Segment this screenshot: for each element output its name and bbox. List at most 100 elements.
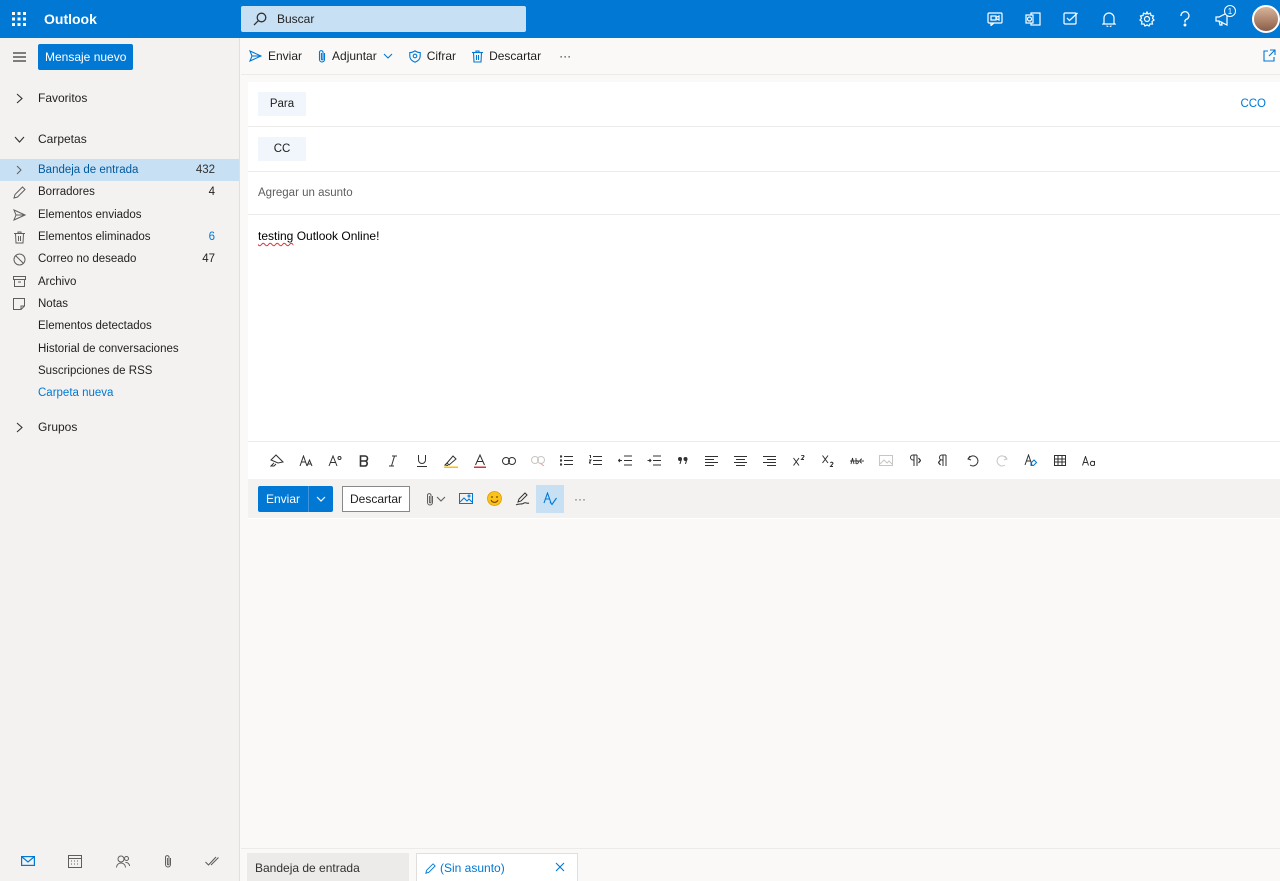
folder-deleted[interactable]: Elementos eliminados 6	[0, 226, 239, 248]
popout-button[interactable]	[1263, 49, 1276, 62]
app-title[interactable]: Outlook	[44, 11, 241, 27]
folder-sent[interactable]: Elementos enviados	[0, 204, 239, 226]
more-formatting-button[interactable]	[1074, 446, 1103, 476]
strikethrough-button[interactable]	[842, 446, 871, 476]
folder-notes[interactable]: Notas	[0, 293, 239, 315]
insert-link-button[interactable]	[494, 446, 523, 476]
chevron-right-icon	[0, 93, 38, 104]
subscript-button[interactable]	[813, 446, 842, 476]
highlight-button[interactable]	[436, 446, 465, 476]
folder-count: 4	[208, 186, 215, 199]
trash-icon	[0, 231, 38, 244]
tab-inbox-label: Bandeja de entrada	[255, 860, 360, 875]
bullets-button[interactable]	[552, 446, 581, 476]
editor-button[interactable]	[536, 484, 565, 513]
search-box[interactable]: Buscar	[241, 6, 526, 32]
folder-conversation-history[interactable]: Historial de conversaciones	[0, 337, 239, 359]
settings-button[interactable]	[1128, 0, 1166, 38]
numbering-button[interactable]	[581, 446, 610, 476]
favorites-section[interactable]: Favoritos	[0, 83, 239, 113]
notification-badge: 1	[1224, 5, 1236, 17]
attach-options-button[interactable]	[434, 496, 448, 502]
help-button[interactable]	[1166, 0, 1204, 38]
new-folder-link[interactable]: Carpeta nueva	[0, 382, 239, 404]
subject-input[interactable]: Agregar un asunto	[248, 172, 1280, 215]
quote-button[interactable]	[668, 446, 697, 476]
send-options-button[interactable]	[309, 486, 333, 512]
folder-archive[interactable]: Archivo	[0, 270, 239, 292]
bold-button[interactable]	[349, 446, 378, 476]
font-button[interactable]	[291, 446, 320, 476]
discard-command-button[interactable]: Descartar	[464, 38, 549, 75]
font-color-button[interactable]	[465, 446, 494, 476]
folder-name: Elementos eliminados	[38, 231, 151, 244]
whats-new-button[interactable]: 1	[1204, 0, 1242, 38]
folder-detected[interactable]: Elementos detectados	[0, 315, 239, 337]
send-button[interactable]: Enviar	[258, 485, 310, 512]
insert-table-button[interactable]	[1045, 446, 1074, 476]
tab-draft[interactable]: (Sin asunto)	[416, 853, 578, 881]
mail-module-button[interactable]	[20, 856, 35, 866]
folder-rss[interactable]: Suscripciones de RSS	[0, 360, 239, 382]
toggle-pane-button[interactable]	[0, 38, 38, 75]
folders-section[interactable]: Carpetas	[0, 124, 239, 154]
decrease-indent-button[interactable]	[610, 446, 639, 476]
chevron-right-icon	[0, 165, 38, 175]
more-command-button[interactable]: ···	[549, 38, 579, 75]
send-split-button[interactable]: Enviar	[258, 485, 334, 512]
clear-formatting-button[interactable]	[1016, 446, 1045, 476]
signature-button[interactable]	[508, 485, 536, 513]
calendar-module-button[interactable]	[68, 854, 83, 868]
cc-button[interactable]: CC	[258, 137, 306, 161]
rtl-button[interactable]	[929, 446, 958, 476]
align-left-button[interactable]	[697, 446, 726, 476]
ltr-button[interactable]	[900, 446, 929, 476]
align-right-button[interactable]	[755, 446, 784, 476]
indent-icon	[647, 455, 661, 466]
insert-picture-button[interactable]	[452, 485, 480, 513]
office-button[interactable]	[1014, 0, 1052, 38]
app-launcher-button[interactable]	[0, 0, 38, 38]
files-module-button[interactable]	[164, 854, 172, 868]
more-options-button[interactable]: ···	[566, 485, 594, 513]
undo-button[interactable]	[958, 446, 987, 476]
account-button[interactable]	[1242, 0, 1280, 38]
align-center-button[interactable]	[726, 446, 755, 476]
send-command-button[interactable]: Enviar	[241, 38, 310, 75]
underline-button[interactable]	[407, 446, 436, 476]
italic-button[interactable]	[378, 446, 407, 476]
folders-label: Carpetas	[38, 132, 87, 146]
groups-section[interactable]: Grupos	[0, 412, 239, 442]
format-painter-button[interactable]	[262, 446, 291, 476]
notifications-button[interactable]	[1090, 0, 1128, 38]
remove-link-button[interactable]	[523, 446, 552, 476]
meet-now-button[interactable]	[976, 0, 1014, 38]
new-message-button[interactable]: Mensaje nuevo	[38, 43, 134, 70]
increase-indent-button[interactable]	[639, 446, 668, 476]
folder-drafts[interactable]: Borradores 4	[0, 181, 239, 203]
font-size-button[interactable]	[320, 446, 349, 476]
close-tab-button[interactable]	[555, 862, 565, 872]
insert-picture-inline-button[interactable]	[871, 446, 900, 476]
message-body[interactable]: testing Outlook Online!	[248, 215, 1280, 441]
superscript-button[interactable]	[784, 446, 813, 476]
emoji-button[interactable]	[480, 485, 508, 513]
folder-inbox[interactable]: Bandeja de entrada 432	[0, 159, 239, 182]
redo-icon	[996, 454, 1008, 466]
attach-command-button[interactable]: Adjuntar	[310, 38, 401, 75]
tab-inbox[interactable]: Bandeja de entrada	[247, 853, 409, 881]
table-icon	[1053, 455, 1066, 466]
todo-button[interactable]	[1052, 0, 1090, 38]
todo-module-button[interactable]	[205, 856, 220, 867]
bcc-button[interactable]: CCO	[1240, 98, 1266, 110]
ltr-icon	[909, 454, 921, 466]
redo-button[interactable]	[987, 446, 1016, 476]
to-button[interactable]: Para	[258, 92, 306, 116]
underline-icon	[416, 455, 427, 467]
discard-button[interactable]: Descartar	[342, 485, 411, 512]
encrypt-command-button[interactable]: Cifrar	[401, 38, 464, 75]
people-module-button[interactable]	[115, 855, 130, 868]
folder-junk[interactable]: Correo no deseado 47	[0, 248, 239, 270]
font-color-icon	[473, 453, 486, 468]
avatar	[1252, 5, 1280, 33]
